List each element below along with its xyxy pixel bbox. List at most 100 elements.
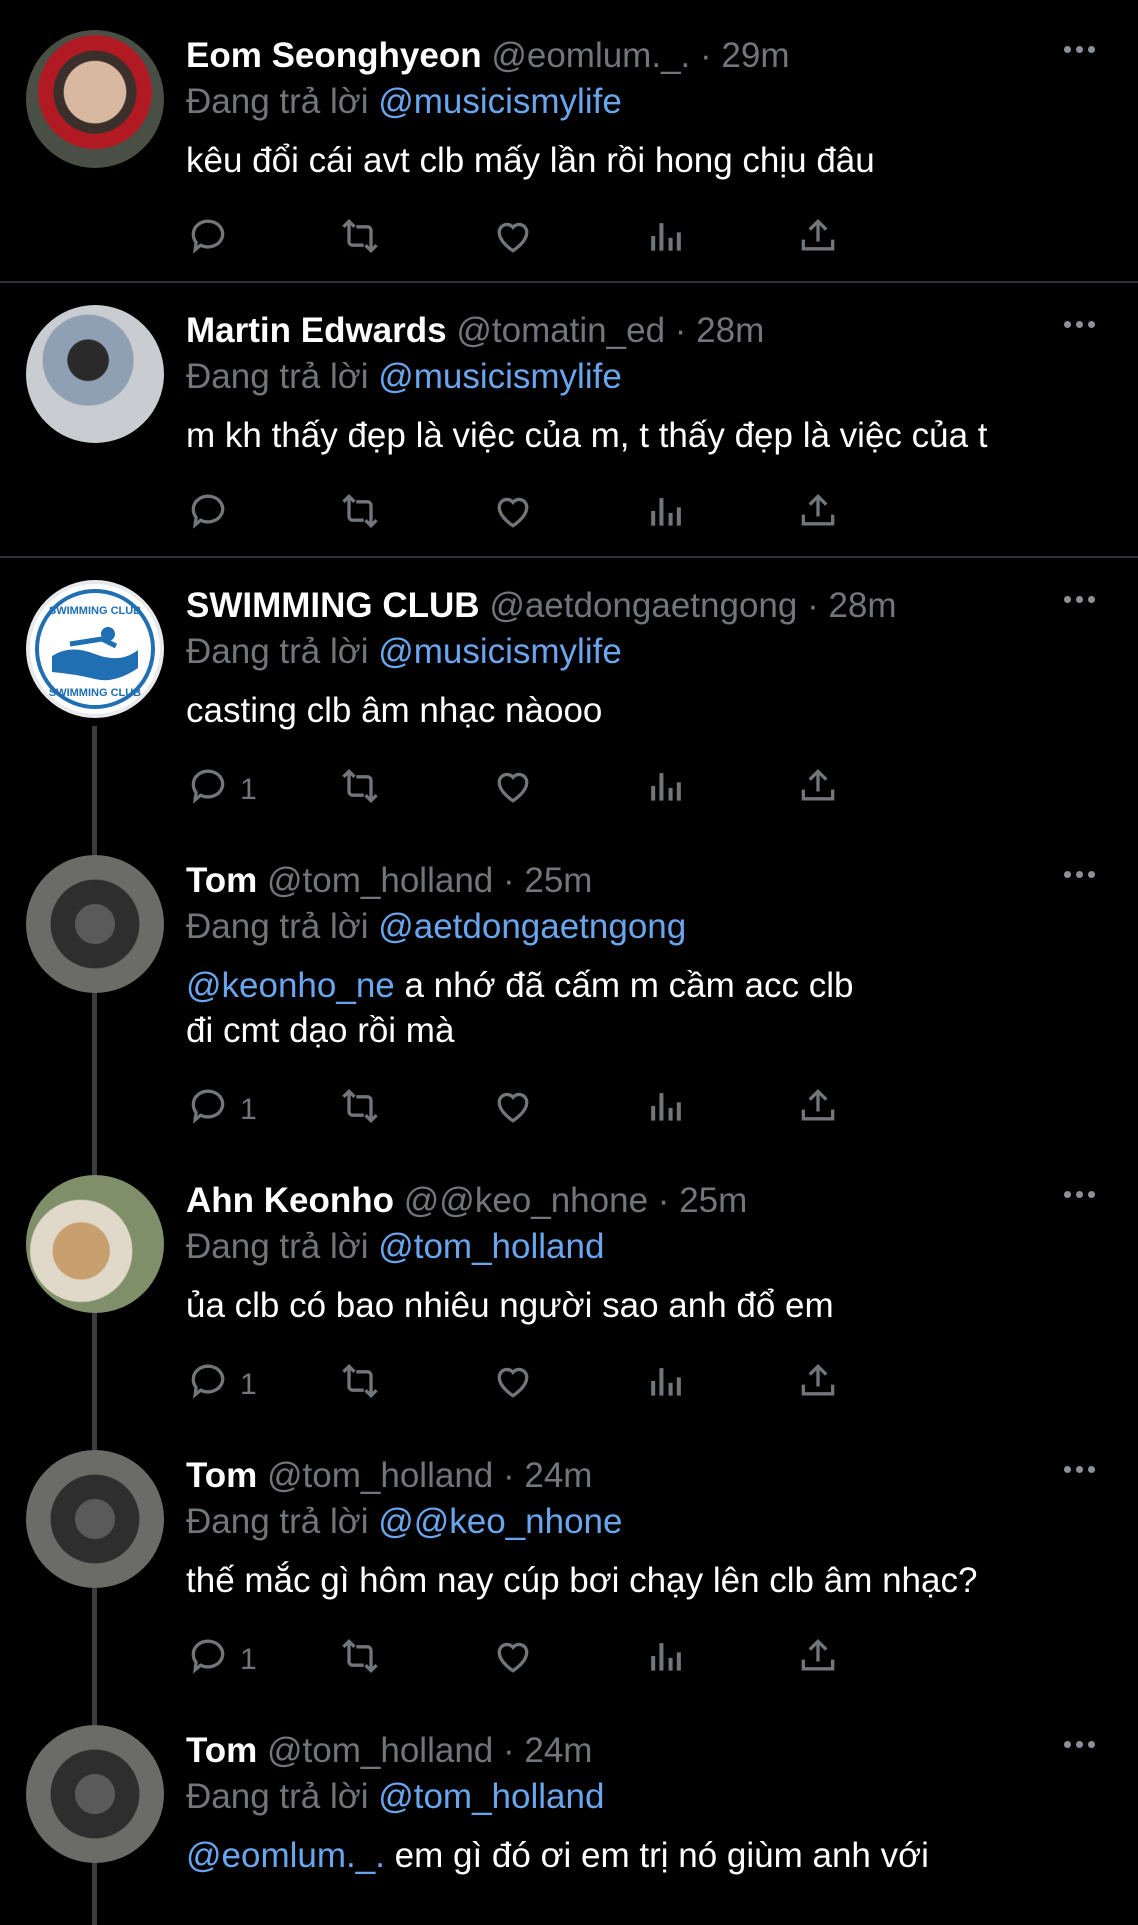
more-icon[interactable] [1064, 315, 1104, 335]
avatar[interactable] [26, 1175, 164, 1313]
retweet-button[interactable] [338, 1635, 382, 1685]
separator-dot: · [807, 586, 819, 625]
avatar[interactable] [26, 30, 164, 168]
avatar[interactable] [26, 1725, 164, 1863]
author-name[interactable]: Tom [186, 1456, 257, 1495]
reply-context: Đang trả lời @musicismylife [186, 82, 622, 122]
retweet-button[interactable] [338, 215, 382, 265]
views-button[interactable] [644, 765, 688, 815]
reply-mention[interactable]: @musicismylife [378, 357, 622, 396]
like-button[interactable] [491, 490, 535, 540]
more-icon[interactable] [1064, 40, 1104, 60]
like-button[interactable] [491, 1635, 535, 1685]
action-bar: 1 [186, 1635, 1006, 1685]
tweet[interactable]: Tom @tom_holland · 24m Đang trả lời @@ke… [0, 1428, 1138, 1703]
like-button[interactable] [491, 765, 535, 815]
avatar[interactable] [26, 855, 164, 993]
tweet[interactable]: Tom @tom_holland · 25m Đang trả lời @aet… [0, 833, 1138, 1153]
avatar[interactable] [26, 1450, 164, 1588]
timestamp[interactable]: 25m [679, 1181, 747, 1220]
retweet-icon [338, 1359, 382, 1411]
tweet[interactable]: SWIMMING CLUB SWIMMING CLUB SWIMMING CLU… [0, 558, 1138, 833]
author-handle[interactable]: @eomlum._. [491, 36, 690, 75]
timestamp[interactable]: 25m [524, 861, 592, 900]
share-button[interactable] [796, 1360, 840, 1410]
author-name[interactable]: Eom Seonghyeon [186, 36, 482, 75]
share-button[interactable] [796, 215, 840, 265]
reply-mention[interactable]: @@keo_nhone [378, 1502, 622, 1541]
author-handle[interactable]: @tom_holland [267, 861, 493, 900]
more-icon[interactable] [1064, 1460, 1104, 1480]
retweet-button[interactable] [338, 765, 382, 815]
more-icon[interactable] [1064, 1735, 1104, 1755]
author-handle[interactable]: @aetdongaetngong [489, 586, 797, 625]
tweet-header: Ahn Keonho @@keo_nhone · 25m [186, 1181, 1038, 1221]
tweet-text: m kh thấy đẹp là việc của m, t thấy đẹp … [186, 413, 1098, 458]
more-icon[interactable] [1064, 865, 1104, 885]
reply-prefix: Đang trả lời [186, 1777, 369, 1816]
tweet[interactable]: Tom @tom_holland · 24m Đang trả lời @tom… [0, 1703, 1138, 1925]
author-handle[interactable]: @tom_holland [267, 1456, 493, 1495]
reply-mention[interactable]: @musicismylife [378, 82, 622, 121]
reply-mention[interactable]: @tom_holland [378, 1777, 604, 1816]
comment-button[interactable]: 1 [186, 765, 257, 815]
body-mention[interactable]: @eomlum._. [186, 1836, 385, 1875]
comment-button[interactable]: 1 [186, 1085, 257, 1135]
comment-button[interactable] [186, 490, 230, 540]
thread-line [92, 1153, 97, 1175]
views-button[interactable] [644, 1635, 688, 1685]
reply-mention[interactable]: @tom_holland [378, 1227, 604, 1266]
like-button[interactable] [491, 215, 535, 265]
author-name[interactable]: Tom [186, 1731, 257, 1770]
avatar[interactable] [26, 305, 164, 443]
tweet-header: SWIMMING CLUB @aetdongaetngong · 28m [186, 586, 1038, 626]
share-button[interactable] [796, 1085, 840, 1135]
retweet-button[interactable] [338, 1360, 382, 1410]
timestamp[interactable]: 28m [696, 311, 764, 350]
separator-dot: · [700, 36, 712, 75]
author-handle[interactable]: @tomatin_ed [456, 311, 665, 350]
thread-line [92, 993, 97, 1153]
tweet[interactable]: Eom Seonghyeon @eomlum._. · 29m Đang trả… [0, 0, 1138, 283]
comment-button[interactable]: 1 [186, 1360, 257, 1410]
share-button[interactable] [796, 765, 840, 815]
views-button[interactable] [644, 1085, 688, 1135]
reply-mention[interactable]: @aetdongaetngong [378, 907, 686, 946]
club-logo[interactable]: SWIMMING CLUB SWIMMING CLUB [26, 580, 164, 718]
like-button[interactable] [491, 1085, 535, 1135]
timestamp[interactable]: 24m [524, 1456, 592, 1495]
comment-button[interactable] [186, 215, 230, 265]
more-icon[interactable] [1064, 1185, 1104, 1205]
like-icon [491, 489, 535, 541]
body-mention[interactable]: @keonho_ne [186, 966, 395, 1005]
author-name[interactable]: Martin Edwards [186, 311, 447, 350]
like-button[interactable] [491, 1360, 535, 1410]
tweet[interactable]: Ahn Keonho @@keo_nhone · 25m Đang trả lờ… [0, 1153, 1138, 1428]
views-button[interactable] [644, 490, 688, 540]
views-button[interactable] [644, 215, 688, 265]
tweet-header: Tom @tom_holland · 24m [186, 1731, 1038, 1771]
author-handle[interactable]: @@keo_nhone [404, 1181, 648, 1220]
reply-mention[interactable]: @musicismylife [378, 632, 622, 671]
author-name[interactable]: SWIMMING CLUB [186, 586, 480, 625]
author-handle[interactable]: @tom_holland [267, 1731, 493, 1770]
tweet-text: casting clb âm nhạc nàooo [186, 688, 1098, 733]
thread-line [92, 1428, 97, 1450]
views-button[interactable] [644, 1360, 688, 1410]
share-button[interactable] [796, 490, 840, 540]
retweet-icon [338, 214, 382, 266]
tweet[interactable]: Martin Edwards @tomatin_ed · 28m Đang tr… [0, 283, 1138, 558]
share-button[interactable] [796, 1635, 840, 1685]
author-name[interactable]: Tom [186, 861, 257, 900]
author-name[interactable]: Ahn Keonho [186, 1181, 394, 1220]
retweet-button[interactable] [338, 490, 382, 540]
more-icon[interactable] [1064, 590, 1104, 610]
tweet-body: m kh thấy đẹp là việc của m, t thấy đẹp … [186, 416, 988, 455]
timestamp[interactable]: 28m [828, 586, 896, 625]
retweet-button[interactable] [338, 1085, 382, 1135]
timestamp[interactable]: 24m [524, 1731, 592, 1770]
timestamp[interactable]: 29m [721, 36, 789, 75]
reply-prefix: Đang trả lời [186, 907, 369, 946]
comment-icon [186, 489, 230, 541]
comment-button[interactable]: 1 [186, 1635, 257, 1685]
